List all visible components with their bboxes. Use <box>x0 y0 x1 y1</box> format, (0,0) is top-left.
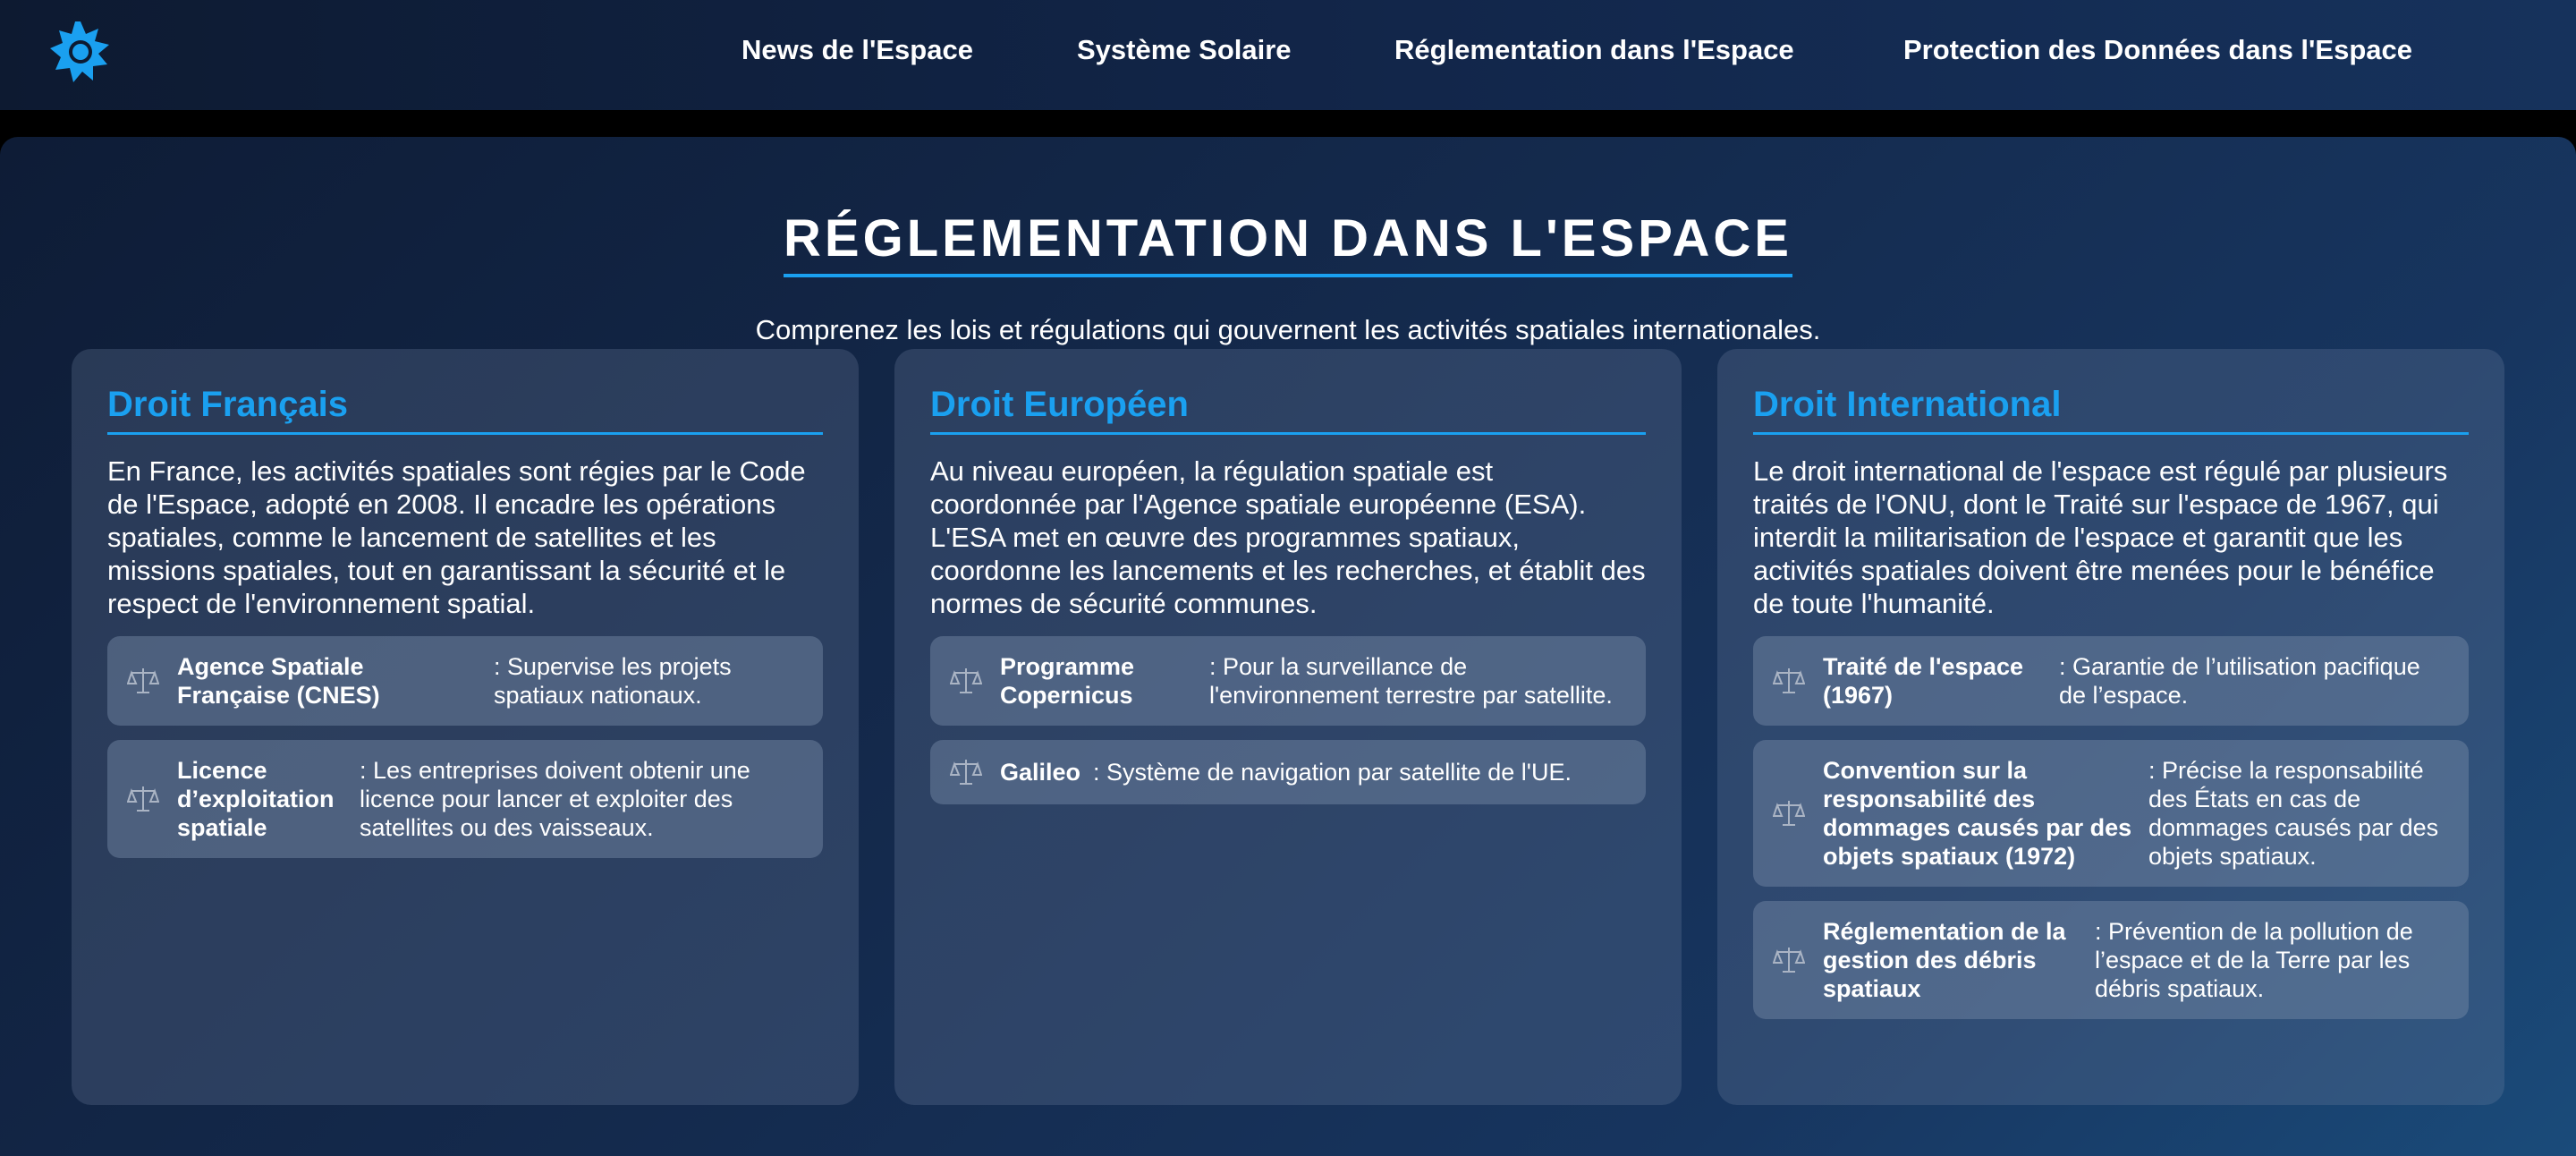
list-item: Licence d’exploitation spatiale : Les en… <box>107 740 823 858</box>
nav-item-reglementation[interactable]: Réglementation dans l'Espace <box>1394 34 1794 66</box>
page-title: RÉGLEMENTATION DANS L'ESPACE <box>784 208 1792 277</box>
card-title: Droit International <box>1753 385 2469 435</box>
scales-icon <box>1773 948 1805 973</box>
item-term: Galileo <box>1000 759 1081 786</box>
nav-item-protection-donnees[interactable]: Protection des Données dans l'Espace <box>1903 34 2412 66</box>
item-term: Traité de l'espace (1967) <box>1823 653 2024 709</box>
item-desc: : Pour la surveillance de l'environnemen… <box>1209 653 1613 709</box>
item-term: Agence Spatiale Française (CNES) <box>177 653 380 709</box>
card-droit-francais: Droit Français En France, les activités … <box>72 349 859 1105</box>
card-droit-europeen: Droit Européen Au niveau européen, la ré… <box>894 349 1682 1105</box>
scales-icon <box>950 668 982 693</box>
card-title: Droit Français <box>107 385 823 435</box>
nav-item-systeme-solaire[interactable]: Système Solaire <box>1077 34 1292 66</box>
scales-icon <box>950 760 982 785</box>
list-item: Convention sur la responsabilité des dom… <box>1753 740 2469 887</box>
item-desc: : Garantie de l’utilisation pacifique de… <box>2059 653 2420 709</box>
item-desc: : Précise la responsabilité des États en… <box>2148 757 2439 870</box>
list-item: Programme Copernicus : Pour la surveilla… <box>930 636 1646 726</box>
list-item: Traité de l'espace (1967) : Garantie de … <box>1753 636 2469 726</box>
scales-icon <box>127 668 159 693</box>
item-term: Convention sur la responsabilité des dom… <box>1823 757 2132 870</box>
page-title-wrap: RÉGLEMENTATION DANS L'ESPACE <box>0 208 2576 277</box>
main-content: RÉGLEMENTATION DANS L'ESPACE Comprenez l… <box>0 137 2576 1156</box>
item-desc: : Système de navigation par satellite de… <box>1093 759 1572 786</box>
nav-item-news[interactable]: News de l'Espace <box>741 34 973 66</box>
item-term: Licence d’exploitation spatiale <box>177 757 335 841</box>
scales-icon <box>1773 801 1805 826</box>
scales-icon <box>127 786 159 812</box>
item-desc: : Les entreprises doivent obtenir une li… <box>360 757 750 841</box>
item-desc: : Prévention de la pollution de l’espace… <box>2095 918 2413 1002</box>
list-item: Réglementation de la gestion des débris … <box>1753 901 2469 1019</box>
top-navbar: News de l'Espace Système Solaire Régleme… <box>0 0 2576 110</box>
card-text: En France, les activités spatiales sont … <box>107 455 806 619</box>
item-term: Réglementation de la gestion des débris … <box>1823 918 2066 1002</box>
card-droit-international: Droit International Le droit internation… <box>1717 349 2504 1105</box>
item-term: Programme Copernicus <box>1000 653 1135 709</box>
card-text: Le droit international de l'espace est r… <box>1753 455 2448 619</box>
card-text: Au niveau européen, la régulation spatia… <box>930 455 1646 619</box>
item-desc: : Supervise les projets spatiaux nationa… <box>494 653 732 709</box>
card-title: Droit Européen <box>930 385 1646 435</box>
page-subtitle: Comprenez les lois et régulations qui go… <box>755 314 1821 345</box>
list-item: Galileo : Système de navigation par sate… <box>930 740 1646 804</box>
list-item: Agence Spatiale Française (CNES) : Super… <box>107 636 823 726</box>
main-nav: News de l'Espace Système Solaire Régleme… <box>0 34 2576 79</box>
scales-icon <box>1773 668 1805 693</box>
